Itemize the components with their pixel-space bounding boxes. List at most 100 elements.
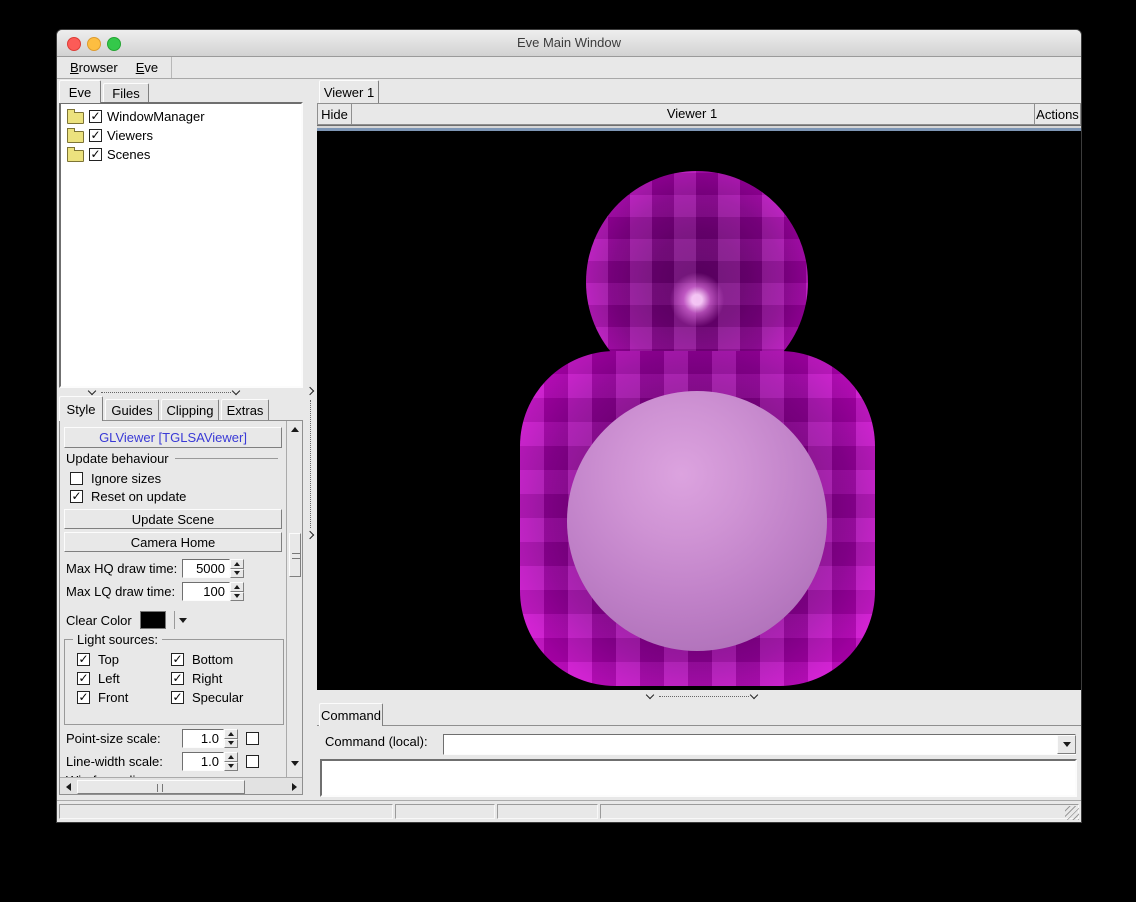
- status-cell-1: [59, 804, 393, 819]
- light-top-checkbox[interactable]: [77, 653, 90, 666]
- spin-up-button[interactable]: [224, 752, 238, 762]
- folder-icon: [67, 131, 84, 143]
- hide-button[interactable]: Hide: [318, 104, 352, 124]
- arrow-up-icon: [228, 732, 234, 736]
- window-title: Eve Main Window: [57, 30, 1081, 56]
- scrollbar-thumb[interactable]: [77, 780, 245, 794]
- line-width-checkbox[interactable]: [246, 755, 259, 768]
- sidebar-horizontal-splitter[interactable]: [87, 388, 277, 397]
- max-lq-field[interactable]: 100: [182, 582, 230, 601]
- camera-home-button[interactable]: Camera Home: [64, 532, 282, 552]
- light-left-checkbox[interactable]: [77, 672, 90, 685]
- title-bar[interactable]: Eve Main Window: [57, 30, 1081, 57]
- status-bar: [57, 800, 1081, 822]
- command-output-box: [320, 759, 1077, 797]
- clear-color-swatch[interactable]: [140, 611, 166, 629]
- zoom-button[interactable]: [107, 37, 121, 51]
- light-specular-checkbox[interactable]: [171, 691, 184, 704]
- menu-eve[interactable]: Eve: [127, 60, 167, 75]
- ignore-sizes-checkbox[interactable]: [70, 472, 83, 485]
- tab-style[interactable]: Style: [59, 396, 103, 421]
- spin-down-button[interactable]: [230, 569, 244, 579]
- tree-row-scenes[interactable]: Scenes: [61, 145, 301, 164]
- resize-grip[interactable]: [1065, 806, 1079, 820]
- light-bottom-checkbox[interactable]: [171, 653, 184, 666]
- color-dropdown-icon[interactable]: [179, 618, 187, 623]
- line-width-field[interactable]: 1.0: [182, 752, 224, 771]
- arrow-up-icon: [291, 427, 299, 432]
- command-input-row: Command (local):: [325, 734, 435, 749]
- scroll-up-button[interactable]: [289, 423, 301, 436]
- max-lq-spinner[interactable]: [230, 582, 244, 601]
- light-top-row[interactable]: Top: [77, 652, 119, 667]
- update-scene-button[interactable]: Update Scene: [64, 509, 282, 529]
- menu-browser[interactable]: Browser: [61, 60, 127, 75]
- update-scene-label: Update Scene: [132, 512, 214, 527]
- arrow-left-icon: [66, 783, 71, 791]
- tab-clipping[interactable]: Clipping: [161, 399, 219, 421]
- reset-on-update-checkbox[interactable]: [70, 490, 83, 503]
- glviewer-header-button[interactable]: GLViewer [TGLSAViewer]: [64, 427, 282, 448]
- reset-on-update-row[interactable]: Reset on update: [70, 489, 186, 504]
- light-front-label: Front: [98, 690, 128, 705]
- close-button[interactable]: [67, 37, 81, 51]
- spin-up-button[interactable]: [230, 582, 244, 592]
- max-hq-row: Max HQ draw time: 5000: [66, 559, 244, 578]
- folder-icon: [67, 150, 84, 162]
- tab-files[interactable]: Files: [103, 83, 149, 103]
- line-width-row: Line-width scale: 1.0: [66, 752, 259, 771]
- spin-up-button[interactable]: [224, 729, 238, 739]
- actions-button[interactable]: Actions: [1034, 104, 1080, 124]
- light-right-checkbox[interactable]: [171, 672, 184, 685]
- arrow-up-icon: [234, 585, 240, 589]
- tab-eve[interactable]: Eve: [59, 80, 101, 103]
- light-bottom-row[interactable]: Bottom: [171, 652, 233, 667]
- command-combo-dropdown-button[interactable]: [1057, 735, 1076, 754]
- tab-command[interactable]: Command: [319, 703, 383, 726]
- light-right-row[interactable]: Right: [171, 671, 222, 686]
- spin-down-button[interactable]: [224, 762, 238, 772]
- max-hq-spinner[interactable]: [230, 559, 244, 578]
- ignore-sizes-row[interactable]: Ignore sizes: [70, 471, 161, 486]
- spin-up-button[interactable]: [230, 559, 244, 569]
- menu-strip: Browser Eve: [57, 57, 172, 78]
- chevron-down-icon: [750, 691, 758, 699]
- tree-checkbox[interactable]: [89, 129, 102, 142]
- main-vertical-splitter[interactable]: [305, 78, 317, 800]
- command-horizontal-splitter[interactable]: [317, 691, 1081, 702]
- tab-viewer-1[interactable]: Viewer 1: [319, 80, 379, 103]
- scroll-right-button[interactable]: [288, 780, 301, 794]
- scroll-left-button[interactable]: [62, 780, 75, 794]
- tab-extras[interactable]: Extras: [221, 399, 269, 421]
- splitter-dotted-line: [310, 400, 311, 528]
- command-panel: Command (local):: [317, 725, 1081, 800]
- light-front-checkbox[interactable]: [77, 691, 90, 704]
- line-width-spinner[interactable]: [224, 752, 238, 771]
- light-front-row[interactable]: Front: [77, 690, 128, 705]
- tree-row-viewers[interactable]: Viewers: [61, 126, 301, 145]
- tree-checkbox[interactable]: [89, 110, 102, 123]
- point-size-field[interactable]: 1.0: [182, 729, 224, 748]
- point-size-spinner[interactable]: [224, 729, 238, 748]
- spin-down-button[interactable]: [224, 739, 238, 749]
- max-lq-row: Max LQ draw time: 100: [66, 582, 244, 601]
- tab-guides[interactable]: Guides: [105, 399, 159, 421]
- arrow-up-icon: [234, 562, 240, 566]
- tree-checkbox[interactable]: [89, 148, 102, 161]
- spin-down-button[interactable]: [230, 592, 244, 602]
- arrow-down-icon: [234, 571, 240, 575]
- tab-eve-label: Eve: [69, 85, 91, 100]
- max-hq-field[interactable]: 5000: [182, 559, 230, 578]
- command-combo-input[interactable]: [443, 734, 1076, 755]
- minimize-button[interactable]: [87, 37, 101, 51]
- scroll-down-button[interactable]: [289, 757, 301, 770]
- light-specular-row[interactable]: Specular: [171, 690, 243, 705]
- gl-viewport[interactable]: [317, 131, 1081, 690]
- style-vertical-scrollbar[interactable]: [286, 421, 302, 795]
- tree-item-label: Viewers: [107, 128, 153, 143]
- light-left-row[interactable]: Left: [77, 671, 120, 686]
- style-horizontal-scrollbar[interactable]: [60, 777, 303, 795]
- scrollbar-thumb[interactable]: [289, 533, 301, 577]
- point-size-checkbox[interactable]: [246, 732, 259, 745]
- tree-row-windowmanager[interactable]: WindowManager: [61, 107, 301, 126]
